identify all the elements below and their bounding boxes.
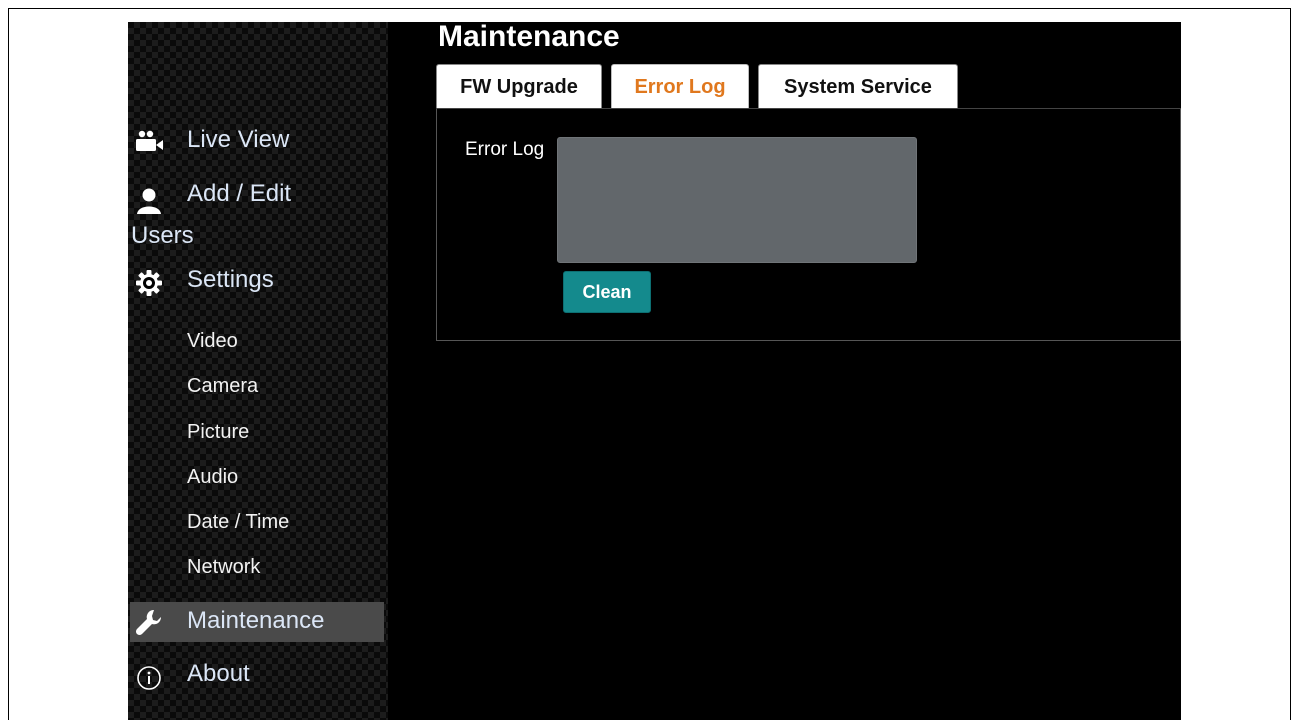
tab-error-log[interactable]: Error Log: [611, 64, 749, 109]
sidebar-item-label-continued: Users: [131, 222, 194, 249]
sidebar-item-about[interactable]: About: [128, 660, 386, 694]
sidebar-subitem-picture[interactable]: Picture: [187, 420, 249, 444]
sidebar: Live View Add / Edit Users Settings Vide…: [128, 22, 388, 720]
error-log-label: Error Log: [465, 139, 545, 160]
page-title: Maintenance: [438, 22, 620, 53]
info-icon: [134, 663, 164, 693]
sidebar-item-label: Live View: [187, 126, 290, 153]
wrench-icon: [134, 607, 164, 637]
sidebar-item-live-view[interactable]: Live View: [128, 126, 386, 160]
sidebar-subitem-date-time[interactable]: Date / Time: [187, 510, 289, 534]
camera-users-icon: [134, 126, 164, 156]
sidebar-subitem-camera[interactable]: Camera: [187, 374, 258, 398]
sidebar-item-label: Maintenance: [187, 607, 325, 634]
tab-system-service[interactable]: System Service: [758, 64, 958, 109]
gear-icon: [134, 268, 164, 298]
error-log-textarea[interactable]: [557, 137, 917, 263]
main-content: Maintenance FW Upgrade Error Log System …: [436, 22, 1181, 720]
sidebar-subitem-video[interactable]: Video: [187, 329, 238, 353]
tab-fw-upgrade[interactable]: FW Upgrade: [436, 64, 602, 109]
sidebar-subitem-audio[interactable]: Audio: [187, 465, 238, 489]
sidebar-item-label: Add / Edit: [187, 180, 292, 207]
user-icon: [134, 186, 164, 216]
sidebar-item-add-edit-users[interactable]: Add / Edit: [128, 180, 386, 214]
sidebar-item-label: Settings: [187, 266, 274, 293]
sidebar-item-users-continuation[interactable]: Users: [128, 222, 386, 252]
sidebar-item-settings[interactable]: Settings: [128, 266, 386, 300]
sidebar-item-label: About: [187, 660, 250, 687]
app-container: Live View Add / Edit Users Settings Vide…: [128, 22, 1181, 720]
sidebar-subitem-network[interactable]: Network: [187, 555, 260, 579]
error-log-panel: Error Log Clean: [436, 109, 1181, 341]
clean-button[interactable]: Clean: [563, 271, 651, 313]
sidebar-item-maintenance[interactable]: Maintenance: [130, 602, 384, 642]
